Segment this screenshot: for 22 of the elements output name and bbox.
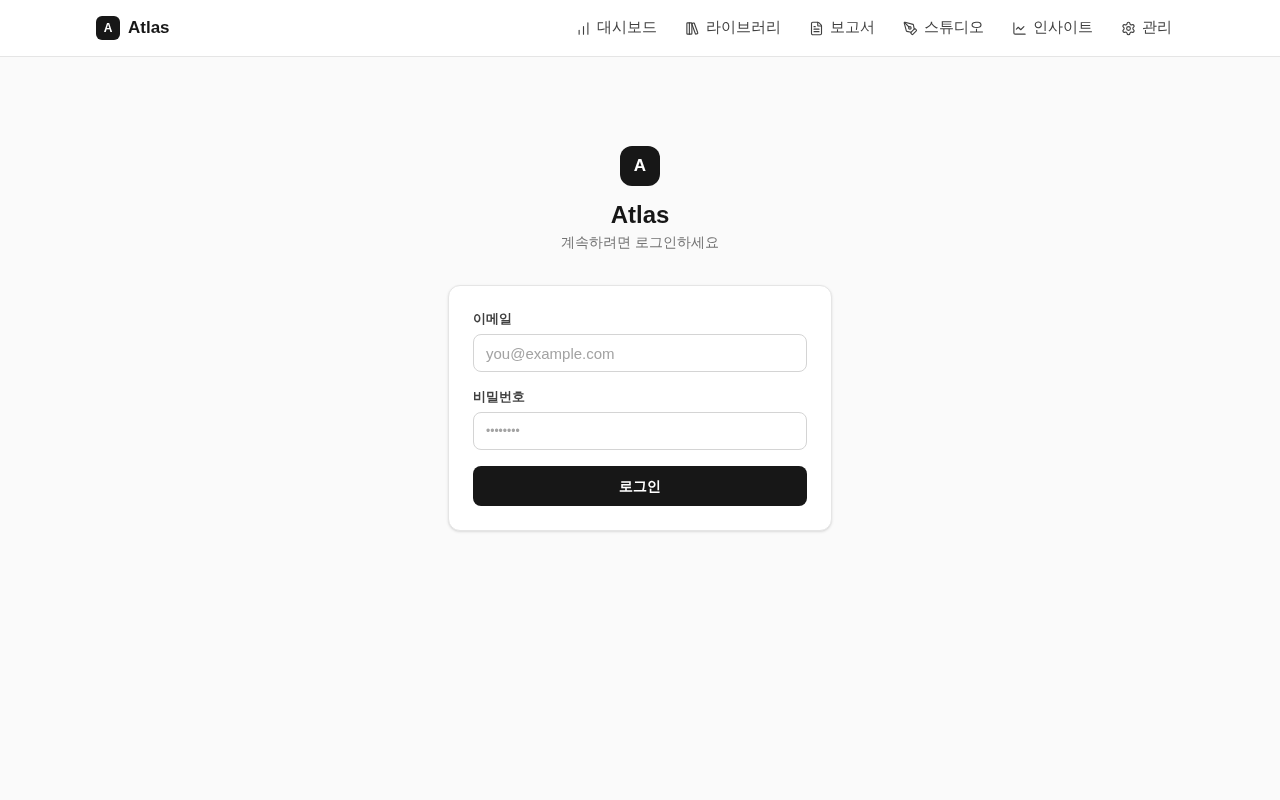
line-chart-icon [1012,20,1027,36]
email-field[interactable]: you@example.com [473,334,807,372]
field-label: 이메일 [473,310,513,328]
login-button[interactable]: 로그인 [473,466,807,506]
nav-link[interactable]: 관리 [1109,13,1184,43]
document-icon [809,20,824,36]
books-icon [685,20,700,36]
settings-icon [1121,20,1136,36]
app-title: Atlas [610,200,670,230]
field-label: 비밀번호 [473,388,526,406]
pen-icon [903,20,918,36]
nav-link[interactable]: 인사이트 [1000,13,1105,43]
nav-link[interactable]: 스튜디오 [891,13,996,43]
bar-chart-icon [576,20,591,36]
nav-link[interactable]: 대시보드 [564,13,669,43]
brand-name: Atlas [128,17,170,40]
nav-link[interactable]: 라이브러리 [673,13,793,43]
nav-link[interactable]: 보고서 [797,13,887,43]
logo-icon: A [96,16,120,40]
logo-icon: A [620,146,660,186]
subtitle: 계속하려면 로그인하세요 [561,233,719,252]
password-field[interactable]: •••••••• [473,412,807,450]
